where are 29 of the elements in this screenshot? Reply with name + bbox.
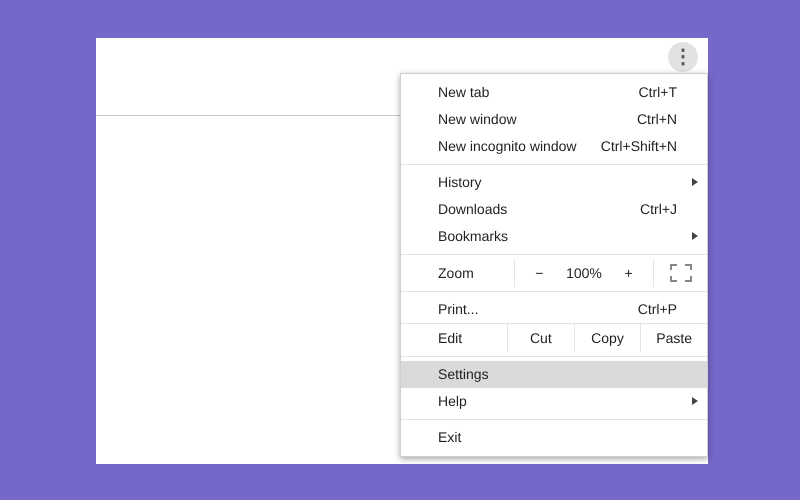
shortcut-text: Ctrl+T bbox=[638, 83, 677, 102]
menu-item[interactable]: Settings bbox=[401, 361, 707, 388]
shortcut-text: Ctrl+N bbox=[636, 110, 677, 129]
submenu-arrow-icon bbox=[692, 178, 698, 186]
menu-item[interactable]: Print... Ctrl+P bbox=[401, 296, 707, 323]
edit-action-button[interactable]: Cut bbox=[507, 324, 574, 352]
menu-item[interactable]: Bookmarks bbox=[401, 223, 707, 250]
edit-label: Edit bbox=[437, 328, 464, 348]
menu-item[interactable]: Downloads Ctrl+J bbox=[401, 196, 707, 223]
menu-item[interactable]: Help bbox=[401, 388, 707, 415]
zoom-label: Zoom bbox=[437, 264, 475, 282]
menu-item[interactable]: New incognito window Ctrl+Shift+N bbox=[401, 133, 707, 160]
edit-action-button[interactable]: Copy bbox=[574, 324, 640, 352]
menu-item[interactable]: New tab Ctrl+T bbox=[401, 79, 707, 106]
submenu-arrow-icon bbox=[692, 397, 698, 405]
zoom-level: 100% bbox=[566, 264, 602, 282]
menu-item[interactable]: Exit bbox=[401, 424, 707, 451]
zoom-out-button[interactable]: − bbox=[529, 262, 550, 284]
shortcut-text: Ctrl+P bbox=[638, 300, 677, 319]
submenu-arrow-icon bbox=[692, 232, 698, 240]
shortcut-text: Ctrl+Shift+N bbox=[600, 137, 677, 156]
shortcut-text: Ctrl+J bbox=[640, 200, 677, 219]
fullscreen-icon bbox=[670, 264, 692, 282]
menu-item[interactable]: New window Ctrl+N bbox=[401, 106, 707, 133]
menu-item[interactable]: History bbox=[401, 169, 707, 196]
menu-button[interactable]: ⋮ bbox=[668, 42, 698, 72]
edit-action-button[interactable]: Paste bbox=[640, 324, 708, 352]
fullscreen-button[interactable] bbox=[670, 264, 692, 282]
zoom-in-button[interactable]: + bbox=[618, 262, 639, 284]
